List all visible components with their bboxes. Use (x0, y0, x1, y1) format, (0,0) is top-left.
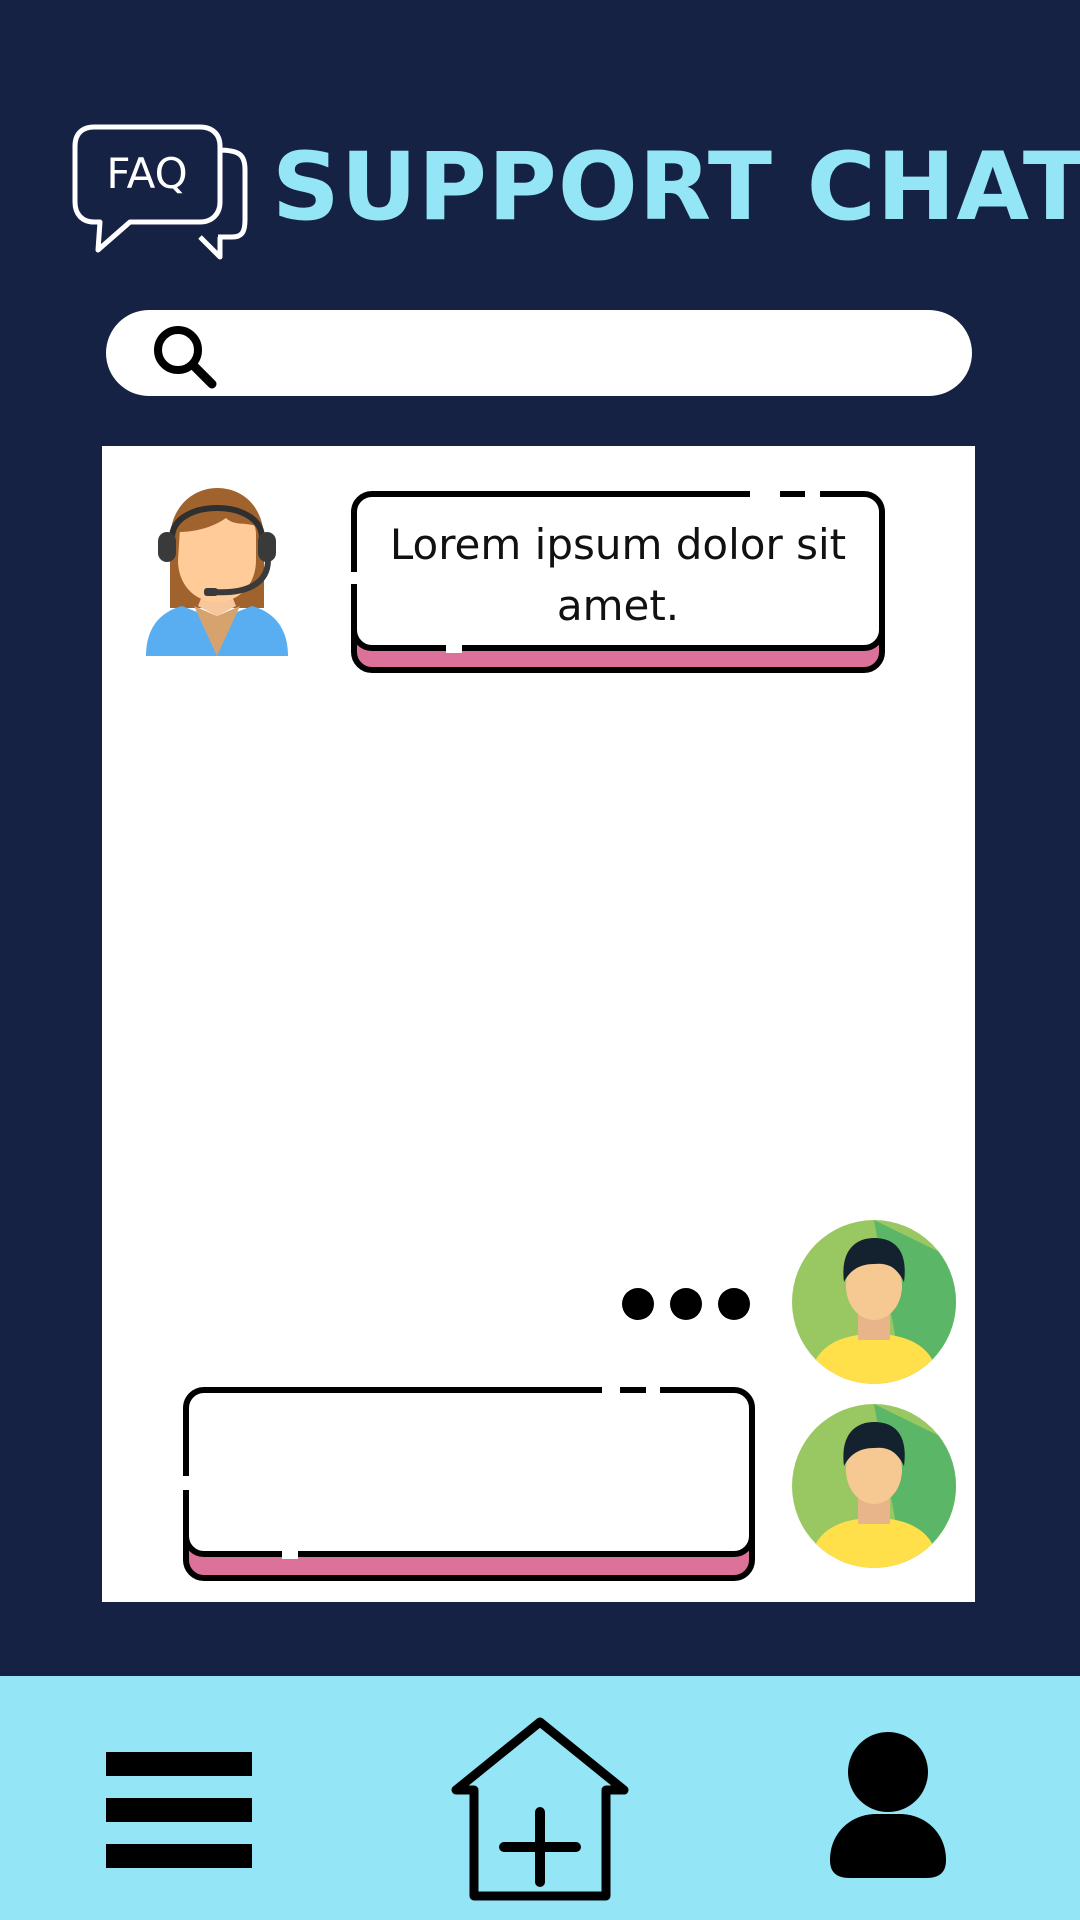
search-bar[interactable] (106, 310, 972, 396)
reply-message-bubble[interactable] (182, 1386, 756, 1582)
typing-indicator (622, 1284, 752, 1324)
faq-chat-icon: FAQ (70, 122, 250, 277)
reply-input[interactable] (200, 1404, 734, 1534)
search-input[interactable] (236, 322, 940, 386)
bottom-nav (0, 1676, 1080, 1920)
typing-dot (622, 1288, 654, 1320)
user-avatar (792, 1220, 956, 1384)
agent-message-bubble: Lorem ipsum dolor sit amet. (350, 490, 886, 674)
support-agent-avatar (142, 488, 292, 656)
search-icon[interactable] (150, 322, 220, 392)
faq-logo-text: FAQ (106, 149, 187, 198)
app-header: FAQ SUPPORT CHAT (0, 0, 1080, 300)
typing-dot (670, 1288, 702, 1320)
agent-message-text: Lorem ipsum dolor sit amet. (389, 520, 847, 630)
typing-dot (718, 1288, 750, 1320)
chat-panel: Lorem ipsum dolor sit amet. (102, 446, 975, 1602)
page-title: SUPPORT CHAT (272, 133, 1080, 242)
person-icon[interactable] (826, 1732, 950, 1878)
house-plus-icon[interactable] (446, 1716, 634, 1904)
user-avatar (792, 1404, 956, 1568)
hamburger-menu-icon[interactable] (106, 1752, 252, 1868)
